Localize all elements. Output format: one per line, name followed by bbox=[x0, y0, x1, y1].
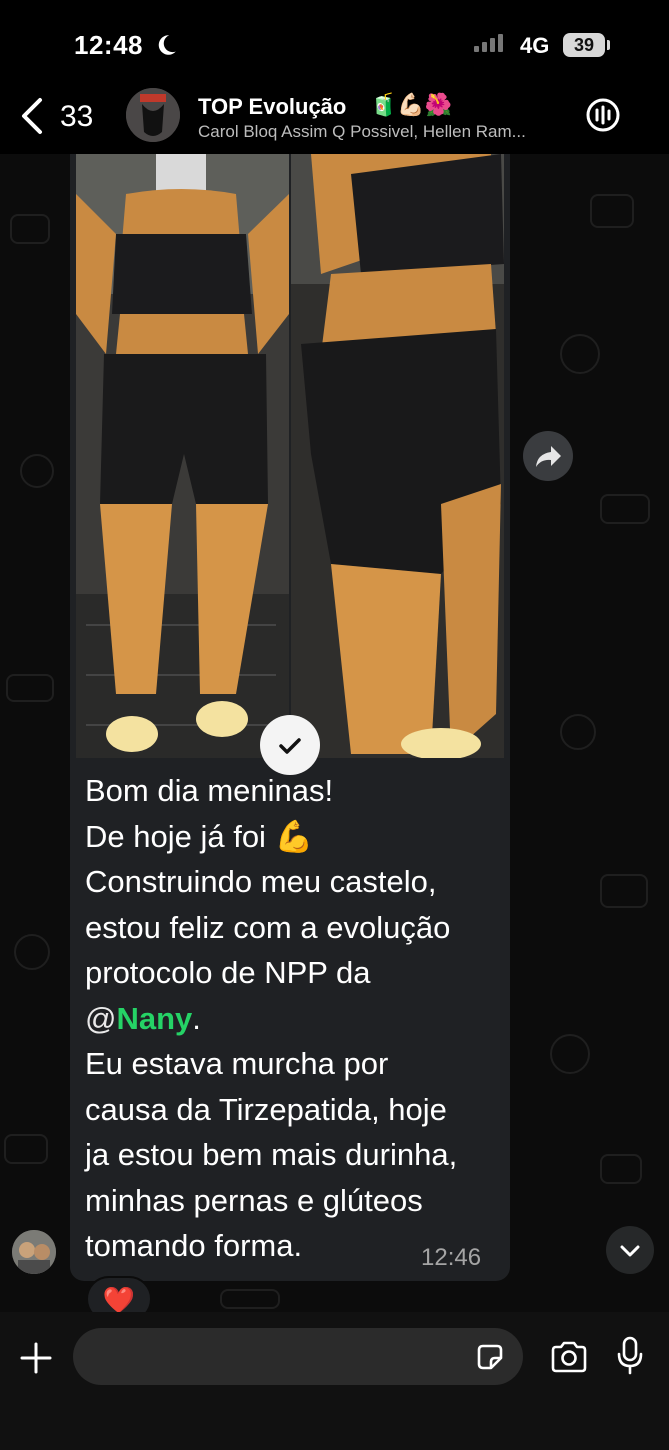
unread-count[interactable]: 33 bbox=[60, 100, 93, 134]
chevron-down-icon bbox=[620, 1245, 640, 1257]
status-time: 12:48 bbox=[74, 30, 143, 60]
chat-title[interactable]: TOP Evolução bbox=[198, 94, 346, 120]
message-line: Construindo meu castelo, bbox=[85, 864, 437, 899]
scroll-down-button[interactable] bbox=[606, 1226, 654, 1274]
mention-at: @ bbox=[85, 1000, 117, 1036]
message-line: estou feliz com a evolução bbox=[85, 909, 451, 945]
message-text: Bom dia meninas! De hoje já foi 💪 Constr… bbox=[85, 768, 505, 1269]
status-bar: 12:48 4G 39 bbox=[0, 0, 669, 88]
check-icon bbox=[279, 738, 301, 754]
signal-icon bbox=[474, 34, 503, 52]
battery-tip bbox=[607, 40, 610, 50]
photo-front-view bbox=[76, 154, 289, 758]
forward-button[interactable] bbox=[523, 431, 573, 481]
message-composer bbox=[0, 1312, 669, 1450]
mention-line: @Nany. bbox=[85, 996, 505, 1042]
message-photo[interactable] bbox=[76, 154, 504, 758]
message-input[interactable] bbox=[73, 1328, 523, 1385]
sender-avatar[interactable] bbox=[12, 1230, 56, 1274]
moon-icon bbox=[158, 35, 176, 55]
select-check-button[interactable] bbox=[260, 715, 320, 775]
message-line: protocolo de NPP da bbox=[85, 955, 371, 990]
message-line: ja estou bem mais durinha, bbox=[85, 1137, 458, 1172]
group-avatar[interactable] bbox=[126, 88, 180, 142]
photo-side-view bbox=[291, 154, 504, 758]
forward-icon bbox=[536, 446, 561, 467]
mention-link[interactable]: Nany bbox=[116, 1001, 192, 1036]
camera-icon[interactable] bbox=[550, 1340, 588, 1374]
sticker-icon[interactable] bbox=[475, 1342, 505, 1372]
microphone-icon[interactable] bbox=[616, 1336, 644, 1376]
network-label: 4G bbox=[520, 33, 550, 58]
message-line: Bom dia meninas! bbox=[85, 773, 334, 808]
plus-icon[interactable] bbox=[18, 1340, 54, 1376]
message-line: causa da Tirzepatida, hoje bbox=[85, 1091, 447, 1127]
title-emojis: 🧃💪🏻🌺 bbox=[370, 92, 453, 117]
battery-icon: 39 bbox=[563, 33, 605, 57]
group-call-icon[interactable] bbox=[585, 97, 621, 133]
mention-suffix: . bbox=[192, 1000, 201, 1036]
chat-header: 33 TOP Evolução 🧃💪🏻🌺 Carol Bloq Assim Q … bbox=[0, 88, 669, 154]
message-line: minhas pernas e glúteos bbox=[85, 1182, 423, 1218]
chevron-left-icon[interactable] bbox=[18, 96, 48, 136]
message-timestamp: 12:46 bbox=[421, 1244, 482, 1271]
message-line: Eu estava murcha por bbox=[85, 1046, 389, 1081]
message-line: De hoje já foi 💪 bbox=[85, 818, 314, 854]
chat-participants[interactable]: Carol Bloq Assim Q Possivel, Hellen Ram.… bbox=[198, 122, 578, 142]
